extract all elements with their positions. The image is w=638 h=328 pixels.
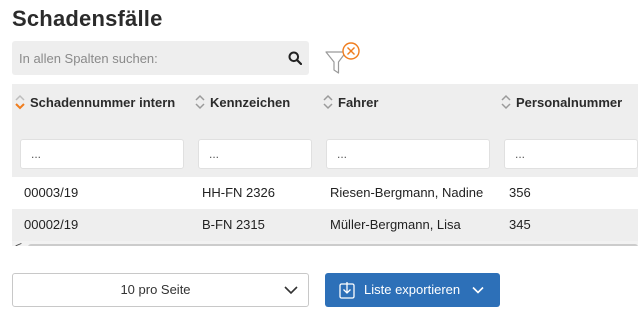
page-size-select[interactable]: 10 pro Seite [12, 273, 309, 307]
search-input[interactable] [12, 41, 282, 75]
column-label: Personalnummer [516, 94, 623, 110]
scroll-left-arrow[interactable]: < [15, 240, 22, 247]
column-label: Schadennummer intern [30, 94, 176, 110]
export-list-button[interactable]: Liste exportieren [325, 273, 500, 307]
sort-icon[interactable] [194, 94, 206, 110]
column-header-personalnummer[interactable]: Personalnummer [500, 92, 622, 112]
sort-active-icon[interactable] [14, 94, 26, 110]
export-label: Liste exportieren [364, 282, 461, 297]
cell-schadennummer: 00002/19 [24, 217, 79, 232]
claims-table: Schadennummer intern Kennzeichen Fahrer … [12, 84, 638, 246]
column-header-kennzeichen[interactable]: Kennzeichen [194, 92, 290, 112]
cell-personalnummer: 345 [509, 217, 531, 232]
cell-kennzeichen: B-FN 2315 [202, 217, 265, 232]
export-icon [339, 282, 355, 299]
page-size-value: 10 pro Seite [120, 282, 191, 297]
column-filter-schadennummer[interactable] [20, 139, 184, 169]
cell-kennzeichen: HH-FN 2326 [202, 185, 275, 200]
cell-schadennummer: 00003/19 [24, 185, 79, 200]
sort-icon[interactable] [500, 94, 512, 110]
page-title: Schadensfälle [12, 6, 163, 31]
table-row[interactable]: 00003/19 HH-FN 2326 Riesen-Bergmann, Nad… [12, 177, 638, 209]
sort-icon[interactable] [322, 94, 334, 110]
chevron-down-icon [472, 286, 484, 294]
column-label: Fahrer [338, 94, 379, 110]
column-header-fahrer[interactable]: Fahrer [322, 92, 378, 112]
column-header-schadennummer[interactable]: Schadennummer intern [14, 92, 175, 112]
cell-personalnummer: 356 [509, 185, 531, 200]
column-filter-personalnummer[interactable] [504, 139, 638, 169]
scrollbar-thumb[interactable] [28, 244, 638, 246]
table-row[interactable]: 00002/19 B-FN 2315 Müller-Bergmann, Lisa… [12, 209, 638, 241]
column-filter-fahrer[interactable] [326, 139, 490, 169]
filter-clear-icon[interactable] [324, 40, 362, 76]
global-search [12, 41, 309, 75]
horizontal-scrollbar[interactable]: < [12, 240, 638, 247]
cell-fahrer: Müller-Bergmann, Lisa [330, 217, 461, 232]
search-icon[interactable] [288, 51, 302, 65]
cell-fahrer: Riesen-Bergmann, Nadine [330, 185, 484, 200]
column-label: Kennzeichen [210, 94, 291, 110]
column-filter-kennzeichen[interactable] [198, 139, 312, 169]
table-header: Schadennummer intern Kennzeichen Fahrer … [12, 84, 638, 177]
chevron-down-icon [284, 286, 298, 295]
